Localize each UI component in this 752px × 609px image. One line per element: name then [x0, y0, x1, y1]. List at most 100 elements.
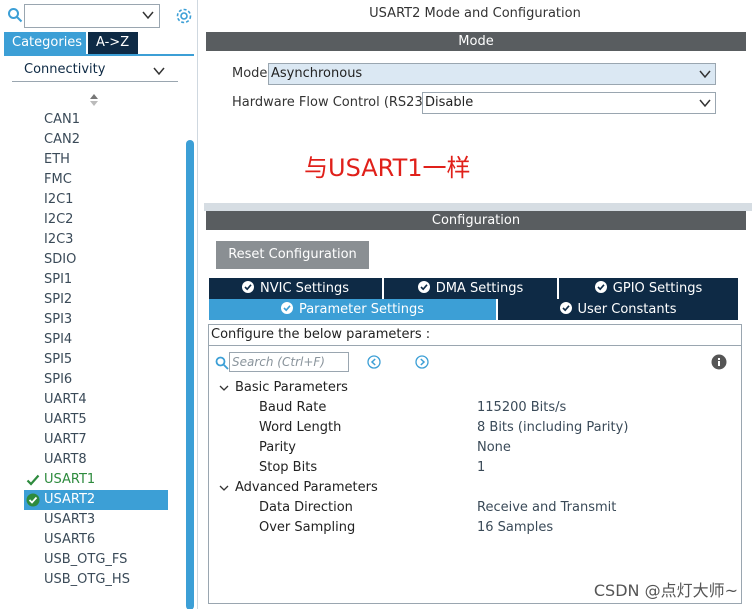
peripheral-item[interactable]: USART2: [24, 490, 168, 510]
section-divider[interactable]: [204, 203, 752, 211]
peripheral-item[interactable]: FMC: [24, 170, 168, 190]
peripheral-item[interactable]: SPI5: [24, 350, 168, 370]
peripheral-item[interactable]: USART6: [24, 530, 168, 550]
tab-dma-settings[interactable]: DMA Settings: [384, 278, 557, 299]
category-label: Connectivity: [24, 62, 106, 77]
peripheral-label: UART7: [44, 432, 87, 447]
peripheral-label: ETH: [44, 152, 70, 167]
check-circle-icon: [26, 493, 40, 507]
peripheral-item[interactable]: I2C3: [24, 230, 168, 250]
peripheral-item[interactable]: I2C1: [24, 190, 168, 210]
parameter-value[interactable]: 1: [477, 460, 485, 475]
flow-control-select[interactable]: Disable: [422, 92, 716, 114]
peripheral-item[interactable]: USART3: [24, 510, 168, 530]
annotation-note: 与USART1一样: [304, 154, 471, 182]
sort-icon[interactable]: [88, 93, 100, 107]
peripheral-item[interactable]: UART8: [24, 450, 168, 470]
chevron-down-icon[interactable]: [699, 68, 711, 80]
separator-line: [209, 345, 741, 346]
parameter-value[interactable]: 16 Samples: [477, 520, 553, 535]
check-circle-icon: [280, 302, 293, 314]
peripheral-item[interactable]: SPI3: [24, 310, 168, 330]
tab-label: NVIC Settings: [260, 281, 349, 296]
flow-control-label: Hardware Flow Control (RS232): [232, 95, 437, 110]
tab-label: DMA Settings: [435, 281, 524, 296]
peripheral-label: USB_OTG_HS: [44, 572, 130, 587]
peripheral-label: I2C3: [44, 232, 74, 247]
parameter-row[interactable]: Data Direction Receive and Transmit: [259, 500, 729, 520]
reset-configuration-button[interactable]: Reset Configuration: [216, 241, 369, 269]
tab-underline: [4, 54, 194, 56]
previous-arrow-icon[interactable]: [367, 355, 381, 369]
parameter-row[interactable]: Parity None: [259, 440, 729, 460]
tab-categories[interactable]: Categories: [4, 32, 86, 54]
parameter-value[interactable]: None: [477, 440, 511, 455]
gear-icon[interactable]: [174, 6, 194, 26]
peripheral-label: SPI1: [44, 272, 73, 287]
panel-title: USART2 Mode and Configuration: [369, 6, 581, 21]
parameter-value[interactable]: 8 Bits (including Parity): [477, 420, 628, 435]
peripheral-item[interactable]: CAN2: [24, 130, 168, 150]
mode-label: Mode: [232, 66, 268, 81]
parameter-value[interactable]: Receive and Transmit: [477, 500, 616, 515]
info-icon[interactable]: [711, 354, 727, 370]
chevron-down-icon[interactable]: [219, 483, 229, 493]
parameter-name: Word Length: [259, 420, 342, 435]
chevron-down-icon[interactable]: [152, 64, 166, 78]
mode-section-header: Mode: [206, 32, 746, 51]
peripheral-item[interactable]: SPI6: [24, 370, 168, 390]
peripheral-list-scrollbar[interactable]: [186, 140, 194, 609]
tab-parameter-settings[interactable]: Parameter Settings: [209, 299, 496, 320]
tab-a-z[interactable]: A->Z: [88, 32, 138, 54]
chevron-down-icon[interactable]: [219, 383, 229, 393]
check-circle-icon: [559, 302, 572, 314]
peripheral-item[interactable]: UART5: [24, 410, 168, 430]
peripheral-item[interactable]: ETH: [24, 150, 168, 170]
parameter-search-input[interactable]: Search (Ctrl+F): [229, 352, 349, 372]
check-circle-icon: [417, 281, 430, 293]
peripheral-label: SPI4: [44, 332, 73, 347]
peripheral-label: SPI6: [44, 372, 73, 387]
peripheral-item[interactable]: SPI2: [24, 290, 168, 310]
peripheral-item[interactable]: UART7: [24, 430, 168, 450]
peripheral-label: USART6: [44, 532, 96, 547]
parameter-name: Stop Bits: [259, 460, 318, 475]
peripheral-item[interactable]: USB_OTG_FS: [24, 550, 168, 570]
peripheral-label: USB_OTG_FS: [44, 552, 128, 567]
peripheral-search-input[interactable]: [24, 4, 160, 28]
chevron-down-icon[interactable]: [141, 8, 155, 22]
peripheral-item[interactable]: CAN1: [24, 110, 168, 130]
next-arrow-icon[interactable]: [415, 355, 429, 369]
peripheral-label: USART1: [44, 472, 96, 487]
parameter-row[interactable]: Over Sampling 16 Samples: [259, 520, 729, 540]
tab-gpio-settings[interactable]: GPIO Settings: [559, 278, 738, 299]
parameter-value[interactable]: 115200 Bits/s: [477, 400, 566, 415]
peripheral-item[interactable]: USART1: [24, 470, 168, 490]
parameter-settings-panel: Configure the below parameters : Search …: [208, 324, 742, 604]
peripheral-item[interactable]: UART4: [24, 390, 168, 410]
peripheral-item[interactable]: USB_OTG_HS: [24, 570, 168, 590]
tab-nvic-settings[interactable]: NVIC Settings: [209, 278, 382, 299]
peripheral-panel: Categories A->Z Connectivity CAN1 CAN2 ETH…: [0, 0, 198, 609]
peripheral-item[interactable]: SDIO: [24, 250, 168, 270]
parameter-name: Baud Rate: [259, 400, 327, 415]
configuration-section-header: Configuration: [206, 211, 746, 230]
peripheral-label: I2C2: [44, 212, 74, 227]
tab-user-constants[interactable]: User Constants: [498, 299, 738, 320]
check-circle-icon: [242, 281, 254, 293]
chevron-down-icon[interactable]: [699, 97, 711, 109]
parameter-row[interactable]: Word Length 8 Bits (including Parity): [259, 420, 729, 440]
peripheral-label: SPI5: [44, 352, 73, 367]
peripheral-item[interactable]: I2C2: [24, 210, 168, 230]
parameter-row[interactable]: Baud Rate 115200 Bits/s: [259, 400, 729, 420]
peripheral-label: FMC: [44, 172, 72, 187]
peripheral-label: CAN2: [44, 132, 80, 147]
parameter-row[interactable]: Stop Bits 1: [259, 460, 729, 480]
peripheral-list: CAN1 CAN2 ETH FMC I2C1 I2C2 I2C3 SDIO SPI1 SPI2 SP…: [24, 110, 168, 590]
tab-label: GPIO Settings: [612, 281, 703, 296]
peripheral-item[interactable]: SPI4: [24, 330, 168, 350]
peripheral-item[interactable]: SPI1: [24, 270, 168, 290]
mode-select[interactable]: Asynchronous: [268, 63, 716, 85]
peripheral-label: USART3: [44, 512, 96, 527]
category-connectivity-header[interactable]: Connectivity: [12, 60, 178, 82]
